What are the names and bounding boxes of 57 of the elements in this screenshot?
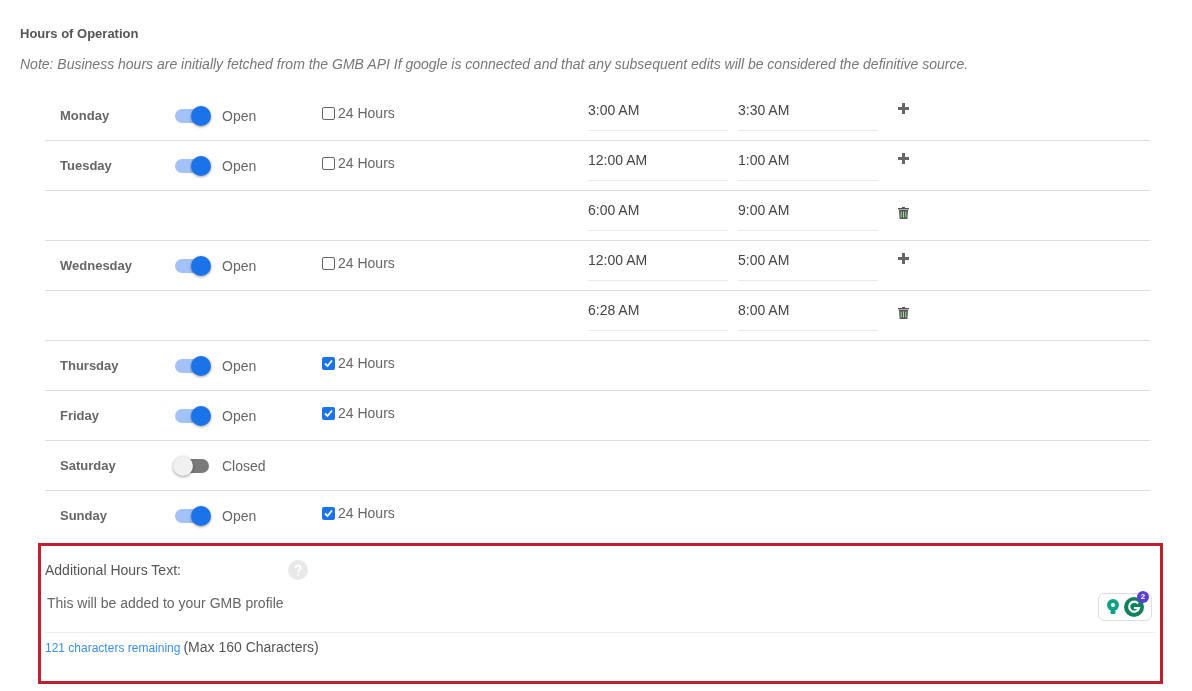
checkbox-label: 24 Hours [338, 503, 395, 523]
status-label: Open [222, 506, 257, 526]
max-note: (Max 160 Characters) [183, 637, 319, 657]
status-label: Open [222, 106, 257, 126]
checkbox-label: 24 Hours [338, 403, 395, 423]
day-label: Monday [60, 107, 110, 123]
time-field[interactable]: 1:00 AM [738, 146, 878, 181]
remaining-count: 121 characters remaining [45, 639, 181, 657]
field-label: Additional Hours Text: [45, 560, 182, 580]
status-label: Closed [222, 456, 266, 476]
time-field[interactable]: 12:00 AM [588, 146, 728, 181]
toggle-switch[interactable] [173, 506, 211, 526]
day-label: Tuesday [60, 157, 112, 173]
trash-icon[interactable] [898, 206, 909, 219]
grammarly-widget[interactable]: 2 [1098, 592, 1152, 621]
grammarly-icon [1124, 596, 1144, 617]
time-field[interactable]: 5:00 AM [738, 246, 878, 281]
checkbox-label: 24 Hours [338, 353, 395, 373]
toggle-switch[interactable] [173, 256, 211, 276]
toggle-switch[interactable] [173, 406, 211, 426]
checkbox[interactable] [322, 406, 335, 420]
section-title: Hours of Operation [20, 25, 140, 43]
time-field[interactable]: 8:00 AM [738, 296, 878, 331]
status-label: Open [222, 256, 257, 276]
toggle-switch[interactable] [173, 356, 211, 376]
day-label: Friday [60, 407, 99, 423]
plus-icon[interactable] [898, 102, 909, 114]
plus-icon[interactable] [898, 152, 909, 164]
plus-icon[interactable] [898, 252, 909, 264]
checkbox[interactable] [322, 356, 335, 370]
time-field[interactable]: 3:30 AM [738, 96, 878, 131]
trash-icon[interactable] [898, 306, 909, 319]
lightbulb-icon [1106, 598, 1120, 615]
checkbox[interactable] [322, 106, 335, 120]
checkbox-label: 24 Hours [338, 153, 395, 173]
checkbox-label: 24 Hours [338, 253, 395, 273]
day-label: Thursday [60, 357, 119, 373]
checkbox[interactable] [322, 256, 335, 270]
time-field[interactable]: 3:00 AM [588, 96, 728, 131]
note-text: Note: Business hours are initially fetched from the GMB API If google is connected and that any subsequent edits will be considered the definitive source. [20, 54, 970, 74]
time-field[interactable]: 9:00 AM [738, 196, 878, 231]
toggle-switch[interactable] [173, 106, 211, 126]
checkbox-label: 24 Hours [338, 103, 395, 123]
toggle-switch[interactable] [173, 156, 211, 176]
time-field[interactable]: 6:28 AM [588, 296, 728, 331]
notification-badge: 2 [1137, 590, 1149, 603]
time-field[interactable]: 6:00 AM [588, 196, 728, 231]
status-label: Open [222, 406, 257, 426]
time-field[interactable]: 12:00 AM [588, 246, 728, 281]
toggle-switch[interactable] [173, 456, 211, 476]
checkbox[interactable] [322, 506, 335, 520]
checkbox[interactable] [322, 156, 335, 170]
status-label: Open [222, 356, 257, 376]
status-label: Open [222, 156, 257, 176]
day-label: Wednesday [60, 257, 132, 273]
day-label: Saturday [60, 457, 116, 473]
day-label: Sunday [60, 507, 107, 523]
